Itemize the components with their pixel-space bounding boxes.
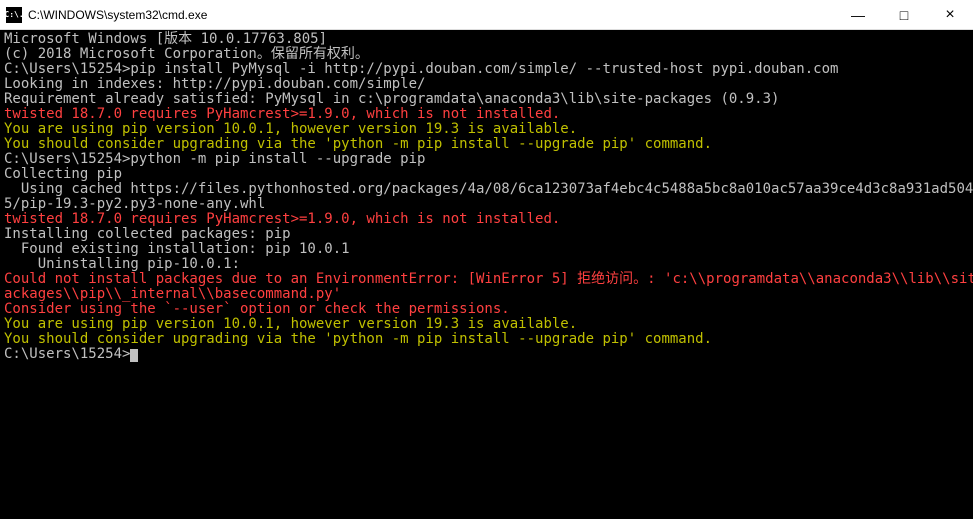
terminal-line: ackages\\pip\\_internal\\basecommand.py' xyxy=(4,287,969,302)
terminal-line: Microsoft Windows [版本 10.0.17763.805] xyxy=(4,32,969,47)
app-icon: C:\. xyxy=(6,7,22,23)
terminal-line: You are using pip version 10.0.1, howeve… xyxy=(4,317,969,332)
terminal-line: Uninstalling pip-10.0.1: xyxy=(4,257,969,272)
terminal-line: Looking in indexes: http://pypi.douban.c… xyxy=(4,77,969,92)
terminal-line: twisted 18.7.0 requires PyHamcrest>=1.9.… xyxy=(4,212,969,227)
terminal-line: You should consider upgrading via the 'p… xyxy=(4,332,969,347)
terminal-line: Could not install packages due to an Env… xyxy=(4,272,969,287)
terminal-line: (c) 2018 Microsoft Corporation。保留所有权利。 xyxy=(4,47,969,62)
terminal-line: You should consider upgrading via the 'p… xyxy=(4,137,969,152)
terminal-line: Consider using the `--user` option or ch… xyxy=(4,302,969,317)
terminal-line: 5/pip-19.3-py2.py3-none-any.whl xyxy=(4,197,969,212)
terminal-line: Found existing installation: pip 10.0.1 xyxy=(4,242,969,257)
window-controls: — □ × xyxy=(835,0,973,29)
cursor-icon xyxy=(130,349,138,362)
window-title: C:\WINDOWS\system32\cmd.exe xyxy=(28,8,835,22)
window-titlebar: C:\. C:\WINDOWS\system32\cmd.exe — □ × xyxy=(0,0,973,30)
close-button[interactable]: × xyxy=(927,0,973,29)
terminal-output[interactable]: Microsoft Windows [版本 10.0.17763.805](c)… xyxy=(0,30,973,519)
terminal-line: twisted 18.7.0 requires PyHamcrest>=1.9.… xyxy=(4,107,969,122)
terminal-line: Installing collected packages: pip xyxy=(4,227,969,242)
terminal-line: C:\Users\15254>python -m pip install --u… xyxy=(4,152,969,167)
minimize-button[interactable]: — xyxy=(835,0,881,29)
terminal-prompt: C:\Users\15254> xyxy=(4,346,130,362)
terminal-line: You are using pip version 10.0.1, howeve… xyxy=(4,122,969,137)
terminal-line: Requirement already satisfied: PyMysql i… xyxy=(4,92,969,107)
terminal-prompt-line[interactable]: C:\Users\15254> xyxy=(4,347,969,362)
terminal-line: C:\Users\15254>pip install PyMysql -i ht… xyxy=(4,62,969,77)
maximize-button[interactable]: □ xyxy=(881,0,927,29)
terminal-line: Collecting pip xyxy=(4,167,969,182)
terminal-line: Using cached https://files.pythonhosted.… xyxy=(4,182,969,197)
